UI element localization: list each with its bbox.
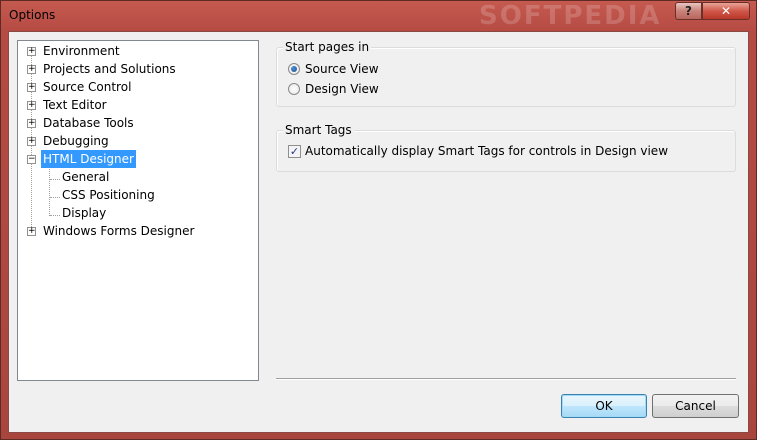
help-button[interactable]: ? xyxy=(675,2,702,20)
tree-item-label: Windows Forms Designer xyxy=(43,224,195,238)
dialog-client-area: + Environment + Projects and Solutions +… xyxy=(8,31,749,433)
tree-item-label: CSS Positioning xyxy=(62,188,155,202)
design-view-radio[interactable] xyxy=(288,83,300,95)
expand-icon[interactable]: + xyxy=(27,119,36,128)
tree-connector-line xyxy=(50,215,60,216)
tree-connector-line xyxy=(50,179,60,180)
smart-tags-group: Smart Tags ✓ Automatically display Smart… xyxy=(276,123,736,172)
ok-button[interactable]: OK xyxy=(561,394,647,418)
tree-item-label: Database Tools xyxy=(43,116,134,130)
tree-item-label: Text Editor xyxy=(43,98,107,112)
expand-icon[interactable]: + xyxy=(27,83,36,92)
separator xyxy=(276,378,736,380)
cancel-button[interactable]: Cancel xyxy=(652,394,739,418)
source-view-label[interactable]: Source View xyxy=(305,62,379,76)
collapse-icon[interactable]: − xyxy=(27,155,36,164)
expand-icon[interactable]: + xyxy=(27,47,36,56)
help-icon: ? xyxy=(685,4,692,18)
window-title: Options xyxy=(9,8,56,22)
tree-item-label: Projects and Solutions xyxy=(43,62,176,76)
title-bar[interactable]: Options SOFTPEDIA ? ✕ xyxy=(1,1,756,31)
tree-item-label: General xyxy=(62,170,110,184)
expand-icon[interactable]: + xyxy=(27,137,36,146)
design-view-label[interactable]: Design View xyxy=(305,82,379,96)
options-tree[interactable]: + Environment + Projects and Solutions +… xyxy=(17,40,259,381)
source-view-radio[interactable] xyxy=(288,63,300,75)
tree-item-label: Environment xyxy=(43,44,120,58)
smart-tags-title: Smart Tags xyxy=(283,123,354,137)
options-dialog: Options SOFTPEDIA ? ✕ + Environment + Pr… xyxy=(0,0,757,440)
smart-tags-checkbox[interactable]: ✓ xyxy=(288,145,301,158)
expand-icon[interactable]: + xyxy=(27,65,36,74)
close-button[interactable]: ✕ xyxy=(702,2,750,20)
start-pages-group: Start pages in Source View Design View xyxy=(276,40,736,107)
expand-icon[interactable]: + xyxy=(27,101,36,110)
watermark: SOFTPEDIA xyxy=(479,1,662,31)
tree-item-label: HTML Designer xyxy=(41,150,136,168)
smart-tags-label[interactable]: Automatically display Smart Tags for con… xyxy=(305,144,668,158)
expand-icon[interactable]: + xyxy=(27,227,36,236)
tree-item-label: Debugging xyxy=(43,134,109,148)
tree-connector-line xyxy=(49,169,50,216)
tree-item-label: Source Control xyxy=(43,80,132,94)
tree-connector-line xyxy=(50,197,60,198)
start-pages-title: Start pages in xyxy=(283,40,372,54)
tree-item-label: Display xyxy=(62,206,107,220)
close-icon: ✕ xyxy=(720,4,732,18)
